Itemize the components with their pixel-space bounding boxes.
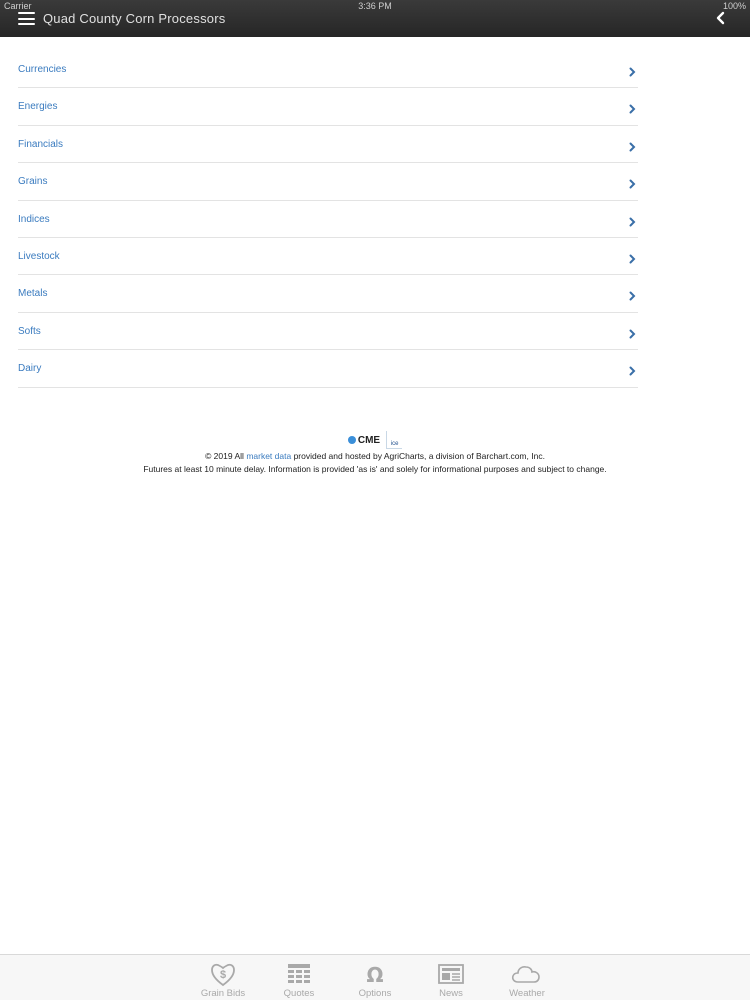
cme-logo: CME xyxy=(347,434,381,446)
omega-icon: Ω xyxy=(366,963,383,985)
list-item-label: Livestock xyxy=(18,250,60,262)
page-title: Quad County Corn Processors xyxy=(43,11,226,26)
list-item-label: Indices xyxy=(18,213,50,225)
delay-disclaimer: Futures at least 10 minute delay. Inform… xyxy=(143,464,607,474)
list-item-label: Softs xyxy=(18,325,41,337)
exchange-logos: CME ice xyxy=(0,430,750,450)
tab-label: Quotes xyxy=(283,988,315,999)
chevron-right-icon xyxy=(629,254,636,264)
cme-globe-icon xyxy=(347,436,356,444)
list-item-label: Dairy xyxy=(18,363,42,375)
ice-logo: ice xyxy=(386,431,403,449)
app-header: Carrier 3:36 PM 100% Quad County Corn Pr… xyxy=(0,0,750,37)
copyright-prefix: © 2019 All xyxy=(205,451,244,461)
quotes-icon xyxy=(288,964,310,983)
list-item-label: Grains xyxy=(18,176,48,188)
chevron-right-icon xyxy=(629,104,636,114)
copyright-suffix: provided and hosted by AgriCharts, a div… xyxy=(293,451,545,461)
chevron-right-icon xyxy=(629,142,636,152)
list-item-livestock[interactable]: Livestock xyxy=(18,238,638,276)
tab-label: Grain Bids xyxy=(200,988,246,999)
tab-weather[interactable]: Weather xyxy=(489,955,565,1000)
chevron-right-icon xyxy=(629,366,636,376)
svg-text:Ω: Ω xyxy=(366,963,383,985)
list-item-label: Currencies xyxy=(18,64,67,75)
back-chevron-icon[interactable] xyxy=(714,10,728,26)
list-item-financials[interactable]: Financials xyxy=(18,126,638,164)
chevron-right-icon xyxy=(629,217,636,227)
list-item-metals[interactable]: Metals xyxy=(18,275,638,313)
status-bar: Carrier 3:36 PM 100% xyxy=(0,1,750,11)
tab-label: Options xyxy=(358,988,392,999)
list-item-label: Financials xyxy=(18,138,64,150)
grain-bids-icon: $ xyxy=(211,963,235,987)
cloud-icon xyxy=(511,966,540,983)
list-item-label: Metals xyxy=(18,288,48,300)
tab-label: News xyxy=(439,988,463,999)
list-item-currencies[interactable]: Currencies xyxy=(18,51,638,89)
list-item-grains[interactable]: Grains xyxy=(18,163,638,201)
list-item-label: Energies xyxy=(18,101,58,113)
chevron-right-icon xyxy=(629,179,636,189)
copyright-notice: © 2019 All market data provided and host… xyxy=(0,451,750,461)
chevron-right-icon xyxy=(629,67,636,77)
chevron-right-icon xyxy=(629,329,636,339)
category-list: Currencies Energies Financials Grains In… xyxy=(18,51,638,388)
list-item-energies[interactable]: Energies xyxy=(18,88,638,126)
svg-text:$: $ xyxy=(220,969,226,981)
list-item-dairy[interactable]: Dairy xyxy=(18,350,638,388)
tab-options[interactable]: Ω Options xyxy=(337,955,413,1000)
menu-icon[interactable] xyxy=(18,12,35,25)
newspaper-icon xyxy=(438,964,464,984)
tab-quotes[interactable]: Quotes xyxy=(261,955,337,1000)
status-time: 3:36 PM xyxy=(358,1,392,11)
list-item-indices[interactable]: Indices xyxy=(18,201,638,238)
cme-logo-text: CME xyxy=(357,434,381,446)
tab-news[interactable]: News xyxy=(413,955,489,1000)
tab-label: Weather xyxy=(509,988,545,999)
chevron-right-icon xyxy=(629,291,636,301)
market-data-link[interactable]: market data xyxy=(246,451,291,461)
list-item-softs[interactable]: Softs xyxy=(18,313,638,351)
bottom-tab-bar: $ Grain Bids Quotes Ω Options News Weath… xyxy=(0,954,750,1000)
tab-grain-bids[interactable]: $ Grain Bids xyxy=(185,955,261,1000)
